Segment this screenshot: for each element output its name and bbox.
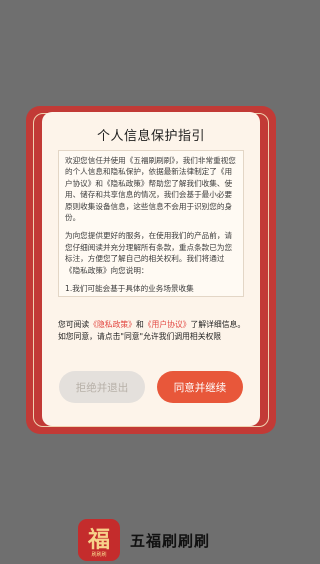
dialog-title: 个人信息保护指引: [96, 129, 205, 144]
notice-and: 和: [135, 320, 144, 329]
policy-paragraph: 欢迎您信任并使用《五福刷刷刷》，我们非常重视您的个人信息和隐私保护，依据最新法律…: [65, 156, 236, 223]
privacy-policy-link[interactable]: 《隐私政策》: [89, 320, 136, 329]
policy-text-scroll[interactable]: 欢迎您信任并使用《五福刷刷刷》，我们非常重视您的个人信息和隐私保护，依据最新法律…: [58, 150, 244, 297]
consent-notice: 您可阅读《隐私政策》和《用户协议》了解详细信息。如您同意，请点击"同意"允许我们…: [58, 319, 252, 342]
logo-glyph: 福: [87, 528, 110, 553]
logo-subtext: 刷刷刷: [91, 552, 107, 558]
notice-prefix: 您可阅读: [58, 320, 90, 329]
reject-exit-button[interactable]: 拒绝并退出: [59, 371, 145, 403]
app-logo-icon: 福 刷刷刷: [78, 519, 120, 561]
agree-continue-button[interactable]: 同意并继续: [157, 371, 243, 403]
app-name: 五福刷刷刷: [130, 531, 211, 550]
policy-paragraph: 1.我们可能会基于具体的业务场景收集: [65, 284, 194, 294]
user-agreement-link[interactable]: 《用户协议》: [144, 320, 191, 329]
app-branding: 福 刷刷刷 五福刷刷刷: [78, 519, 210, 561]
policy-paragraph: 为向您提供更好的服务，在使用我们的产品前，请您仔细阅读并充分理解所有条款，重点条…: [65, 231, 233, 275]
privacy-dialog: 个人信息保护指引 欢迎您信任并使用《五福刷刷刷》，我们非常重视您的个人信息和隐私…: [42, 112, 260, 426]
